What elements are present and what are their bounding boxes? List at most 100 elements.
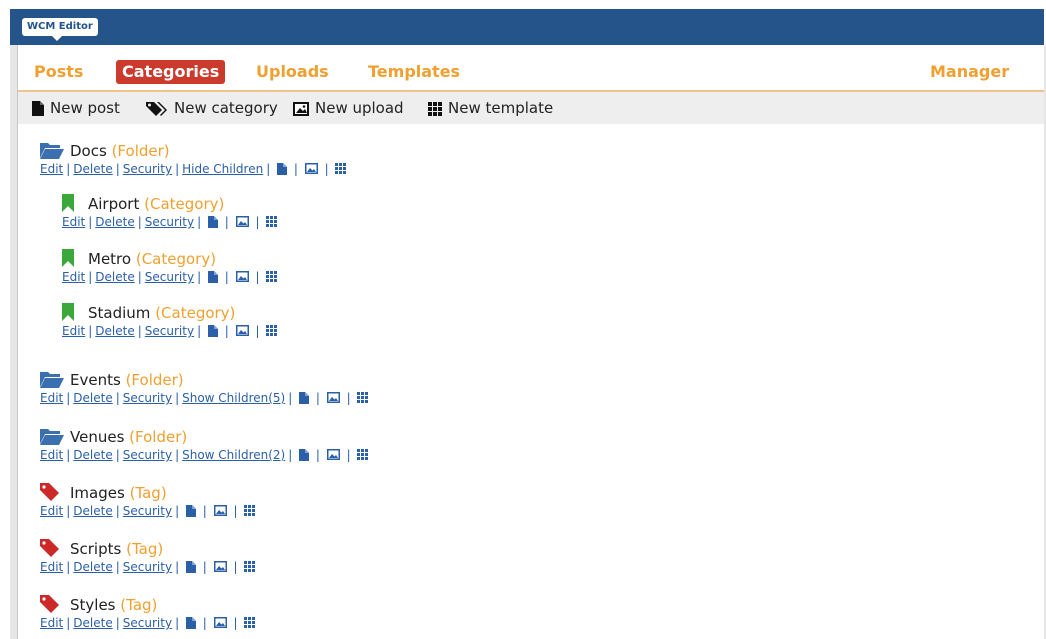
bookmark-icon xyxy=(62,249,74,267)
security-link[interactable]: Security xyxy=(123,162,172,176)
item-name: Images xyxy=(70,484,125,502)
item-type: (Category) xyxy=(155,304,236,322)
grid-icon xyxy=(428,101,442,116)
file-icon[interactable] xyxy=(186,617,196,629)
image-icon[interactable] xyxy=(327,392,340,403)
tree-item-events: Events (Folder) Edit | Delete | Security | Sho… xyxy=(40,369,368,405)
delete-link[interactable]: Delete xyxy=(73,560,112,574)
image-icon[interactable] xyxy=(236,325,249,336)
file-icon[interactable] xyxy=(208,325,218,337)
nav-templates[interactable]: Templates xyxy=(362,60,466,84)
security-link[interactable]: Security xyxy=(123,504,172,518)
tags-icon xyxy=(146,101,167,116)
grid-icon[interactable] xyxy=(244,561,255,572)
tag-icon xyxy=(40,539,60,557)
image-icon[interactable] xyxy=(214,561,227,572)
edit-link[interactable]: Edit xyxy=(62,215,85,229)
image-icon[interactable] xyxy=(214,505,227,516)
tree-item-stadium: Stadium (Category) Edit | Delete | Security |… xyxy=(62,302,277,338)
image-icon xyxy=(293,101,309,116)
new-post-button[interactable]: New post xyxy=(32,92,120,124)
folder-open-icon xyxy=(40,370,64,388)
delete-link[interactable]: Delete xyxy=(73,162,112,176)
edit-link[interactable]: Edit xyxy=(40,162,63,176)
nav-manager[interactable]: Manager xyxy=(924,60,1015,84)
item-name: Airport xyxy=(88,195,140,213)
grid-icon[interactable] xyxy=(357,392,368,403)
edit-link[interactable]: Edit xyxy=(62,270,85,284)
grid-icon[interactable] xyxy=(357,449,368,460)
grid-icon[interactable] xyxy=(266,325,277,336)
grid-icon[interactable] xyxy=(244,505,255,516)
frame-left-edge xyxy=(10,45,17,639)
new-upload-button[interactable]: New upload xyxy=(293,92,404,124)
delete-link[interactable]: Delete xyxy=(73,616,112,630)
delete-link[interactable]: Delete xyxy=(73,448,112,462)
edit-link[interactable]: Edit xyxy=(40,391,63,405)
toolbar: New post New category New upload New tem… xyxy=(18,92,1044,124)
folder-open-icon xyxy=(40,141,64,159)
edit-link[interactable]: Edit xyxy=(40,448,63,462)
new-category-label: New category xyxy=(174,99,278,117)
image-icon[interactable] xyxy=(236,271,249,282)
item-type: (Folder) xyxy=(111,142,170,160)
image-icon[interactable] xyxy=(305,163,318,174)
new-post-label: New post xyxy=(50,99,120,117)
hide-children-link[interactable]: Hide Children xyxy=(182,162,263,176)
file-icon[interactable] xyxy=(208,271,218,283)
delete-link[interactable]: Delete xyxy=(73,391,112,405)
nav-uploads[interactable]: Uploads xyxy=(250,60,335,84)
file-icon[interactable] xyxy=(277,163,287,175)
file-icon xyxy=(32,101,44,116)
edit-link[interactable]: Edit xyxy=(40,616,63,630)
edit-link[interactable]: Edit xyxy=(62,324,85,338)
image-icon[interactable] xyxy=(236,216,249,227)
item-type: (Category) xyxy=(135,250,217,268)
grid-icon[interactable] xyxy=(266,216,277,227)
nav-posts[interactable]: Posts xyxy=(28,60,89,84)
item-name: Scripts xyxy=(70,540,122,558)
file-icon[interactable] xyxy=(186,561,196,573)
file-icon[interactable] xyxy=(299,449,309,461)
file-icon[interactable] xyxy=(208,216,218,228)
app-title: WCM Editor xyxy=(22,18,98,41)
security-link[interactable]: Security xyxy=(123,560,172,574)
new-template-label: New template xyxy=(448,99,554,117)
security-link[interactable]: Security xyxy=(145,324,194,338)
file-icon[interactable] xyxy=(299,392,309,404)
edit-link[interactable]: Edit xyxy=(40,560,63,574)
bookmark-icon xyxy=(62,303,74,321)
nav-categories[interactable]: Categories xyxy=(116,60,226,84)
edit-link[interactable]: Edit xyxy=(40,504,63,518)
new-category-button[interactable]: New category xyxy=(146,92,278,124)
item-type: (Folder) xyxy=(129,428,188,446)
tree-item-scripts: Scripts (Tag) Edit | Delete | Security | | | xyxy=(40,538,255,574)
grid-icon[interactable] xyxy=(266,271,277,282)
security-link[interactable]: Security xyxy=(145,270,194,284)
delete-link[interactable]: Delete xyxy=(95,270,134,284)
file-icon[interactable] xyxy=(186,505,196,517)
tag-icon xyxy=(40,595,60,613)
security-link[interactable]: Security xyxy=(123,391,172,405)
tree-item-metro: Metro (Category) Edit | Delete | Security | |… xyxy=(62,248,277,284)
image-icon[interactable] xyxy=(327,449,340,460)
grid-icon[interactable] xyxy=(244,617,255,628)
show-children-link[interactable]: Show Children(2) xyxy=(182,448,285,462)
security-link[interactable]: Security xyxy=(123,448,172,462)
delete-link[interactable]: Delete xyxy=(95,324,134,338)
new-upload-label: New upload xyxy=(315,99,404,117)
image-icon[interactable] xyxy=(214,617,227,628)
security-link[interactable]: Security xyxy=(123,616,172,630)
grid-icon[interactable] xyxy=(335,163,346,174)
delete-link[interactable]: Delete xyxy=(95,215,134,229)
folder-open-icon xyxy=(40,427,64,445)
security-link[interactable]: Security xyxy=(145,215,194,229)
tree-item-venues: Venues (Folder) Edit | Delete | Security | Sho… xyxy=(40,426,368,462)
show-children-link[interactable]: Show Children(5) xyxy=(182,391,285,405)
item-type: (Tag) xyxy=(126,540,164,558)
item-type: (Category) xyxy=(144,195,225,213)
new-template-button[interactable]: New template xyxy=(428,92,553,124)
item-name: Metro xyxy=(88,250,132,268)
delete-link[interactable]: Delete xyxy=(73,504,112,518)
tree-item-images: Images (Tag) Edit | Delete | Security | | | xyxy=(40,482,255,518)
